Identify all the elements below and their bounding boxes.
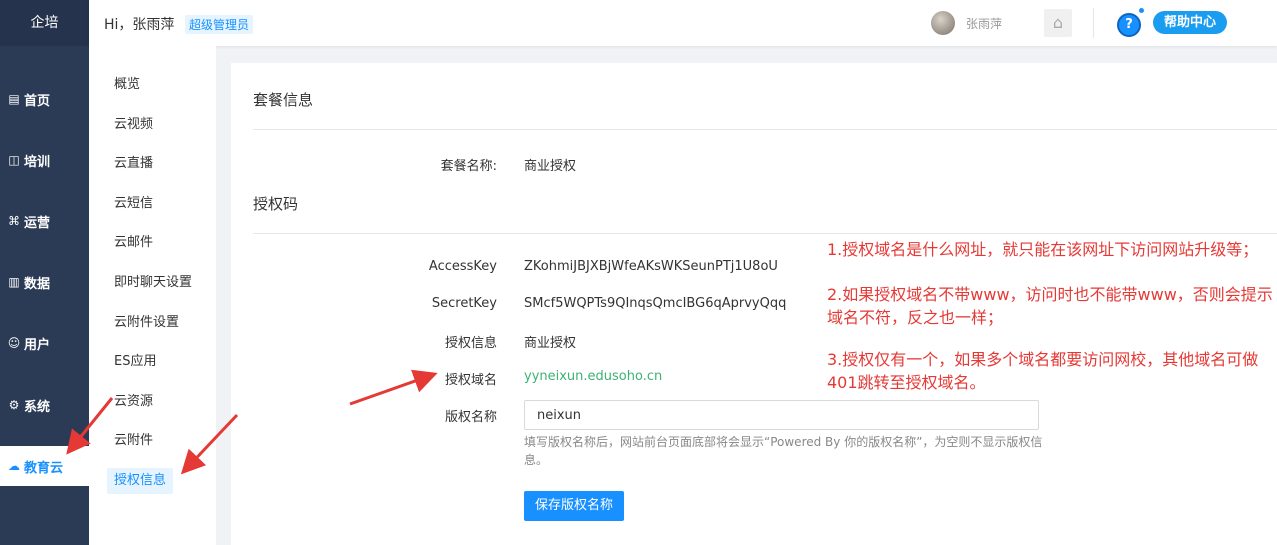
sidebar-item-label: 运营 — [24, 215, 51, 231]
sidebar-item-label: 系统 — [24, 399, 51, 415]
home-button[interactable]: ⌂ — [1044, 9, 1072, 37]
auth-section-title: 授权码 — [253, 195, 299, 213]
subnav-item-cloud-resources[interactable]: 云资源 — [107, 389, 160, 415]
copyright-name-input[interactable] — [524, 400, 1039, 430]
section-divider — [253, 233, 1277, 234]
auth-domain-label: 授权域名 — [444, 373, 497, 388]
annotation-note-3: 3.授权仅有一个，如果多个域名都要访问网校，其他域名可做401跳转至授权域名。 — [827, 350, 1259, 392]
help-decoration-dot — [1139, 8, 1144, 13]
home-icon: ⌂ — [1052, 13, 1064, 32]
section-divider — [253, 129, 1277, 130]
sidebar-item-data[interactable]: ▥ 数据 — [0, 262, 89, 302]
sidebar-item-home[interactable]: ▤ 首页 — [0, 79, 89, 119]
secret-key-label: SecretKey — [431, 296, 497, 311]
access-key-value: ZKohmiJBJXBjWfeAKsWKSeunPTj1U8oU — [524, 259, 778, 274]
cloud-icon: ☁ — [8, 459, 20, 473]
subnav-item-es-app[interactable]: ES应用 — [107, 349, 163, 375]
subnav-item-attachment-settings[interactable]: 云附件设置 — [107, 310, 186, 336]
subnav-item-cloud-live[interactable]: 云直播 — [107, 151, 160, 177]
header-divider — [1093, 8, 1094, 38]
annotation-note-2: 2.如果授权域名不带www，访问时也不能带www，否则会提示域名不符，反之也一样… — [827, 285, 1273, 327]
secondary-sidebar: 概览 云视频 云直播 云短信 云邮件 即时聊天设置 云附件设置 ES应用 云资源… — [89, 46, 216, 545]
role-badge: 超级管理员 — [185, 15, 254, 34]
brand-logo[interactable]: 企培 — [0, 0, 89, 46]
sidebar-item-operations[interactable]: ⌘ 运营 — [0, 201, 89, 241]
annotation-note-1: 1.授权域名是什么网址，就只能在该网址下访问网站升级等； — [827, 240, 1259, 259]
secret-key-value: SMcf5WQPTs9QInqsQmcIBG6qAprvyQqq — [524, 296, 787, 311]
subnav-item-cloud-video[interactable]: 云视频 — [107, 112, 160, 138]
sidebar-item-system[interactable]: ⚙ 系统 — [0, 385, 89, 425]
save-copyright-button[interactable]: 保存版权名称 — [524, 491, 624, 521]
data-chart-icon: ▥ — [8, 275, 20, 289]
sidebar-item-label: 数据 — [24, 276, 51, 292]
sidebar-item-label: 首页 — [24, 93, 51, 109]
subnav-item-cloud-attachments[interactable]: 云附件 — [107, 428, 160, 454]
operations-icon: ⌘ — [8, 214, 20, 228]
auth-info-label: 授权信息 — [444, 336, 497, 351]
auth-domain-link[interactable]: yyneixun.edusoho.cn — [524, 369, 662, 384]
package-name-value: 商业授权 — [524, 159, 577, 174]
avatar[interactable] — [931, 11, 955, 35]
help-question-icon[interactable]: ? — [1117, 13, 1141, 37]
sidebar-item-training[interactable]: ◫ 培训 — [0, 140, 89, 180]
copyright-hint-text: 填写版权名称后，网站前台页面底部将会显示“Powered By 你的版权名称”，… — [524, 435, 1043, 467]
sidebar-item-edu-cloud[interactable]: ☁ 教育云 — [0, 446, 89, 486]
user-icon: ☺ — [7, 336, 21, 350]
subnav-item-im-settings[interactable]: 即时聊天设置 — [107, 270, 199, 296]
training-icon: ◫ — [8, 153, 20, 167]
subnav-item-cloud-email[interactable]: 云邮件 — [107, 230, 160, 256]
package-name-label: 套餐名称: — [440, 159, 497, 174]
sidebar-item-users[interactable]: ☺ 用户 — [0, 323, 89, 363]
access-key-label: AccessKey — [428, 259, 497, 274]
username-link[interactable]: 张雨萍 — [966, 15, 1002, 32]
greeting-text: Hi，张雨萍 — [104, 17, 175, 33]
subnav-item-cloud-sms[interactable]: 云短信 — [107, 191, 160, 217]
main-sidebar: 企培 ▤ 首页 ◫ 培训 ⌘ 运营 ▥ 数据 ☺ 用户 ⚙ 系统 ☁ 教育云 — [0, 0, 89, 545]
sidebar-item-label: 培训 — [24, 154, 51, 170]
help-center-button[interactable]: 帮助中心 — [1153, 11, 1227, 34]
subnav-item-overview[interactable]: 概览 — [107, 72, 147, 98]
auth-info-value: 商业授权 — [524, 336, 577, 351]
copyright-name-label: 版权名称 — [444, 410, 497, 425]
top-header: Hi，张雨萍 超级管理员 张雨萍 ⌂ ? 帮助中心 — [89, 0, 1277, 46]
settings-icon: ⚙ — [8, 398, 20, 412]
sidebar-item-label: 教育云 — [24, 460, 64, 476]
dashboard-icon: ▤ — [8, 92, 20, 106]
subnav-item-license-info[interactable]: 授权信息 — [107, 468, 174, 494]
package-section-title: 套餐信息 — [253, 91, 314, 109]
sidebar-item-label: 用户 — [24, 337, 51, 353]
